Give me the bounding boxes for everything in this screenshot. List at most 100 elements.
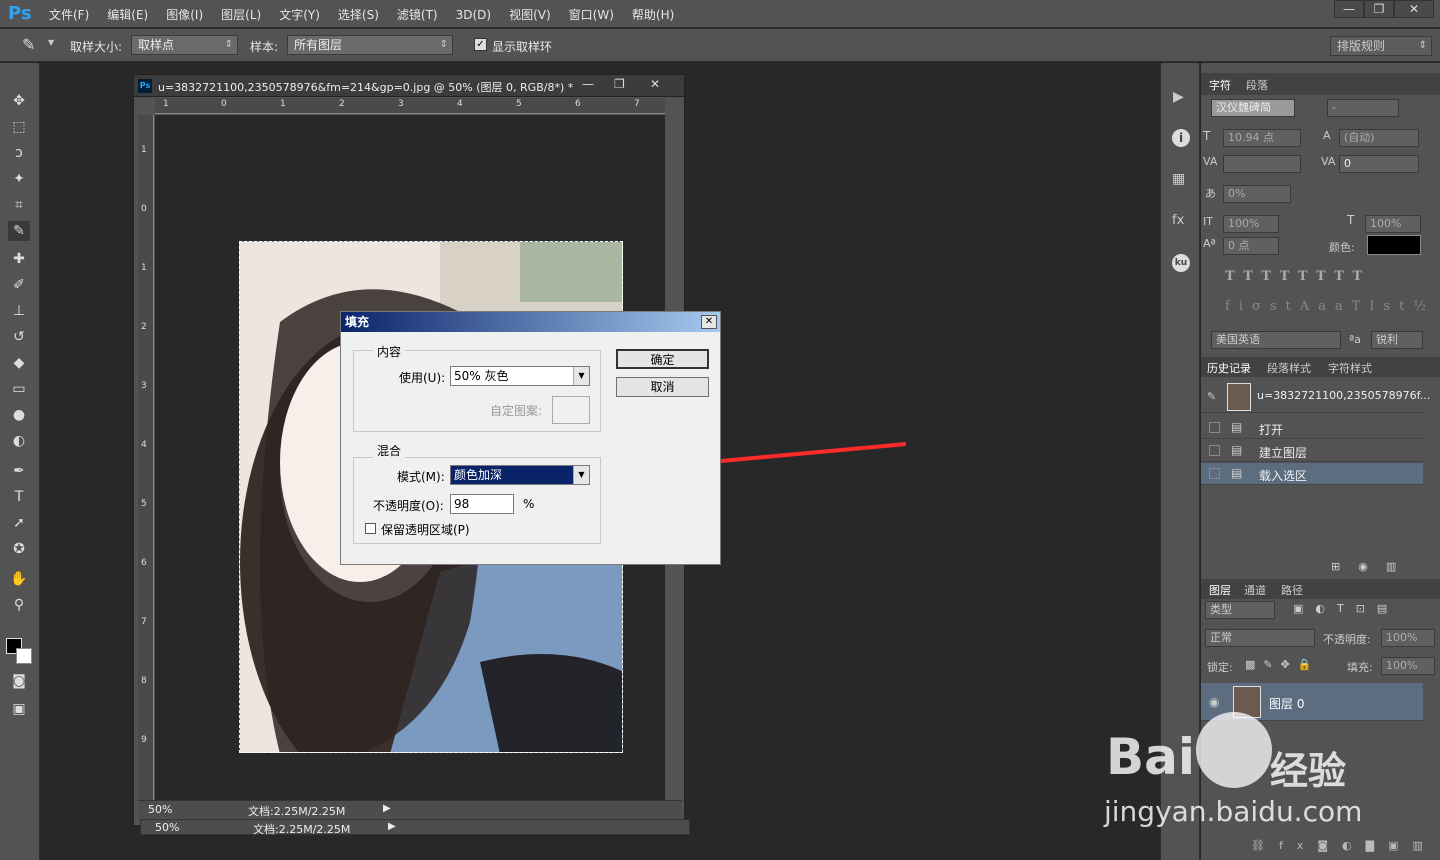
menu-window[interactable]: 窗口(W) — [560, 6, 623, 23]
show-ring-checkbox[interactable]: ✓ — [474, 38, 487, 51]
play-icon[interactable]: ▶ — [1173, 89, 1184, 105]
fill-field[interactable]: 100% — [1381, 657, 1435, 675]
shape-tool-icon[interactable]: ✪ — [8, 539, 30, 559]
dodge-tool-icon[interactable]: ◐ — [8, 431, 30, 451]
ok-button[interactable]: 确定 — [616, 349, 709, 369]
hand-tool-icon[interactable]: ✋ — [8, 569, 30, 589]
visibility-eye-icon[interactable]: ◉ — [1209, 695, 1219, 709]
brush-tool-icon[interactable]: ✐ — [8, 275, 30, 295]
menu-help[interactable]: 帮助(H) — [623, 6, 683, 23]
status-arrow-icon-2[interactable]: ▶ — [388, 821, 396, 832]
doc-info-2[interactable]: 文档:2.25M/2.25M — [253, 821, 350, 837]
menu-image[interactable]: 图像(I) — [157, 6, 212, 23]
history-source-checkbox[interactable] — [1209, 468, 1220, 479]
minimize-button[interactable]: — — [1334, 0, 1364, 18]
leading-field[interactable]: (自动) — [1339, 129, 1419, 147]
background-color-swatch[interactable] — [16, 648, 32, 664]
zoom-level[interactable]: 50% — [148, 803, 172, 816]
chevron-down-icon[interactable]: ▼ — [573, 466, 589, 484]
marquee-tool-icon[interactable]: ⬚ — [8, 117, 30, 137]
close-button[interactable]: ✕ — [1394, 0, 1434, 18]
preserve-transparency-checkbox[interactable] — [365, 523, 376, 534]
tab-paragraph[interactable]: 段落 — [1246, 77, 1268, 93]
tracking-field[interactable]: 0 — [1339, 155, 1419, 173]
zoom-level-2[interactable]: 50% — [155, 821, 179, 834]
lock-icons[interactable]: ▩✎✥🔒 — [1245, 658, 1320, 671]
menu-layer[interactable]: 图层(L) — [212, 6, 270, 23]
pen-tool-icon[interactable]: ✒ — [8, 461, 30, 481]
doc-minimize-button[interactable]: — — [582, 77, 594, 91]
opentype-buttons[interactable]: fiσstAaaTIst½ — [1225, 299, 1435, 314]
tab-paragraph-styles[interactable]: 段落样式 — [1267, 360, 1311, 376]
blend-mode-select[interactable]: 正常 — [1205, 629, 1315, 647]
tab-character[interactable]: 字符 — [1209, 77, 1231, 93]
sample-select[interactable]: 所有图层 — [287, 35, 453, 55]
language-select[interactable]: 美国英语 — [1211, 331, 1341, 349]
menu-filter[interactable]: 滤镜(T) — [388, 6, 447, 23]
font-style-select[interactable]: - — [1327, 99, 1399, 117]
dialog-close-icon[interactable]: ✕ — [701, 315, 717, 329]
grid-icon[interactable]: ▦ — [1172, 171, 1185, 187]
baseline-field[interactable]: 0 点 — [1223, 237, 1279, 255]
path-select-icon[interactable]: ➚ — [8, 513, 30, 533]
chevron-down-icon[interactable]: ▼ — [573, 367, 589, 385]
font-family-select[interactable]: 汉仪魏碑简 — [1211, 99, 1295, 117]
ku-icon[interactable]: ku — [1172, 254, 1190, 272]
quick-mask-icon[interactable]: ◙ — [8, 671, 30, 691]
cancel-button[interactable]: 取消 — [616, 377, 709, 397]
fx-icon[interactable]: fx — [1172, 213, 1184, 228]
eraser-tool-icon[interactable]: ◆ — [8, 353, 30, 373]
menu-type[interactable]: 文字(Y) — [270, 6, 329, 23]
lasso-tool-icon[interactable]: ↄ — [8, 143, 30, 163]
history-item[interactable]: ▤ 建立图层 — [1201, 440, 1423, 462]
info-icon[interactable]: i — [1172, 129, 1190, 147]
opacity-input[interactable]: 98 — [450, 494, 514, 514]
gradient-tool-icon[interactable]: ▭ — [8, 379, 30, 399]
text-color-swatch[interactable] — [1367, 235, 1421, 255]
history-source-checkbox[interactable] — [1209, 445, 1220, 456]
layers-footer-icons[interactable]: ⛓fx◙◐▇▣▥ — [1251, 839, 1437, 852]
tab-paths[interactable]: 路径 — [1281, 582, 1303, 598]
history-item[interactable]: ▤ 打开 — [1201, 417, 1423, 439]
menu-edit[interactable]: 编辑(E) — [98, 6, 157, 23]
menu-file[interactable]: 文件(F) — [40, 6, 98, 23]
history-brush-icon[interactable]: ↺ — [8, 327, 30, 347]
stamp-tool-icon[interactable]: ⊥ — [8, 301, 30, 321]
vertical-scale-field[interactable]: 100% — [1223, 215, 1279, 233]
font-size-field[interactable]: 10.94 点 — [1223, 129, 1301, 147]
history-item-selected[interactable]: ▤ 载入选区 — [1201, 463, 1423, 485]
tab-channels[interactable]: 通道 — [1244, 582, 1266, 598]
restore-button[interactable]: ❐ — [1364, 0, 1394, 18]
tab-character-styles[interactable]: 字符样式 — [1328, 360, 1372, 376]
healing-brush-icon[interactable]: ✚ — [8, 249, 30, 269]
horizontal-scale-field[interactable]: 100% — [1365, 215, 1421, 233]
tsume-field[interactable]: 0% — [1223, 185, 1291, 203]
mode-select[interactable]: 颜色加深 ▼ — [450, 465, 590, 485]
doc-close-button[interactable]: ✕ — [650, 77, 660, 91]
screen-mode-icon[interactable]: ▣ — [8, 699, 30, 719]
doc-info[interactable]: 文档:2.25M/2.25M — [248, 803, 345, 819]
menu-3d[interactable]: 3D(D) — [447, 8, 500, 22]
zoom-tool-icon[interactable]: ⚲ — [8, 595, 30, 615]
workspace-select[interactable]: 排版规则 — [1330, 36, 1432, 56]
status-arrow-icon[interactable]: ▶ — [383, 803, 391, 814]
history-footer-icons[interactable]: ⊞◉▥ — [1331, 560, 1414, 573]
sample-size-select[interactable]: 取样点 — [131, 35, 238, 55]
blur-tool-icon[interactable]: ● — [8, 405, 30, 425]
type-style-buttons[interactable]: TTTTTTTT — [1225, 269, 1371, 284]
history-snapshot[interactable]: ✎ u=3832721100,2350578976f... — [1201, 381, 1430, 413]
magic-wand-icon[interactable]: ✦ — [8, 169, 30, 189]
crop-tool-icon[interactable]: ⌗ — [8, 195, 30, 215]
layer-opacity-field[interactable]: 100% — [1381, 629, 1435, 647]
doc-restore-button[interactable]: ❐ — [614, 77, 625, 91]
chevron-down-icon[interactable]: ▼ — [48, 38, 54, 47]
document-title-bar[interactable]: Ps u=3832721100,2350578976&fm=214&gp=0.j… — [134, 75, 684, 97]
layer-filter-icons[interactable]: ▣◐T⊡▤ — [1293, 602, 1399, 615]
eyedropper-tool-icon[interactable]: ✎ — [8, 221, 30, 241]
history-source-checkbox[interactable] — [1209, 422, 1220, 433]
menu-select[interactable]: 选择(S) — [329, 6, 388, 23]
dialog-title[interactable]: 填充 — [341, 312, 720, 332]
eyedropper-icon[interactable]: ✎ — [22, 35, 35, 54]
type-tool-icon[interactable]: T — [8, 487, 30, 507]
tab-history[interactable]: 历史记录 — [1207, 360, 1251, 376]
